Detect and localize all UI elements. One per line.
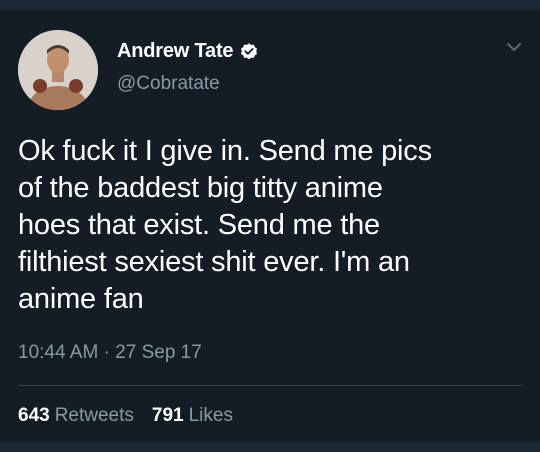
retweets-label: Retweets bbox=[54, 405, 134, 426]
tweet-text: Ok fuck it I give in. Send me pics of th… bbox=[18, 135, 432, 315]
author-row: Andrew Tate bbox=[117, 40, 259, 63]
engagement-stats: 643 Retweets 791 Likes bbox=[18, 405, 251, 427]
retweets-count: 643 bbox=[18, 405, 50, 426]
bottom-border bbox=[0, 442, 540, 452]
author-name[interactable]: Andrew Tate bbox=[117, 40, 234, 63]
likes-label: Likes bbox=[188, 405, 233, 426]
author-handle[interactable]: @Cobratate bbox=[117, 73, 220, 95]
likes-stat[interactable]: 791 Likes bbox=[152, 405, 233, 427]
tweet-timestamp[interactable]: 10:44 AM · 27 Sep 17 bbox=[18, 342, 202, 364]
avatar-image bbox=[18, 30, 98, 110]
top-border bbox=[0, 0, 540, 10]
likes-count: 791 bbox=[151, 405, 184, 426]
retweets-stat[interactable]: 643 Retweets bbox=[18, 405, 134, 427]
chevron-down-icon[interactable] bbox=[506, 40, 522, 52]
avatar[interactable] bbox=[18, 30, 98, 110]
verified-badge-icon bbox=[239, 42, 259, 62]
divider bbox=[18, 385, 522, 386]
